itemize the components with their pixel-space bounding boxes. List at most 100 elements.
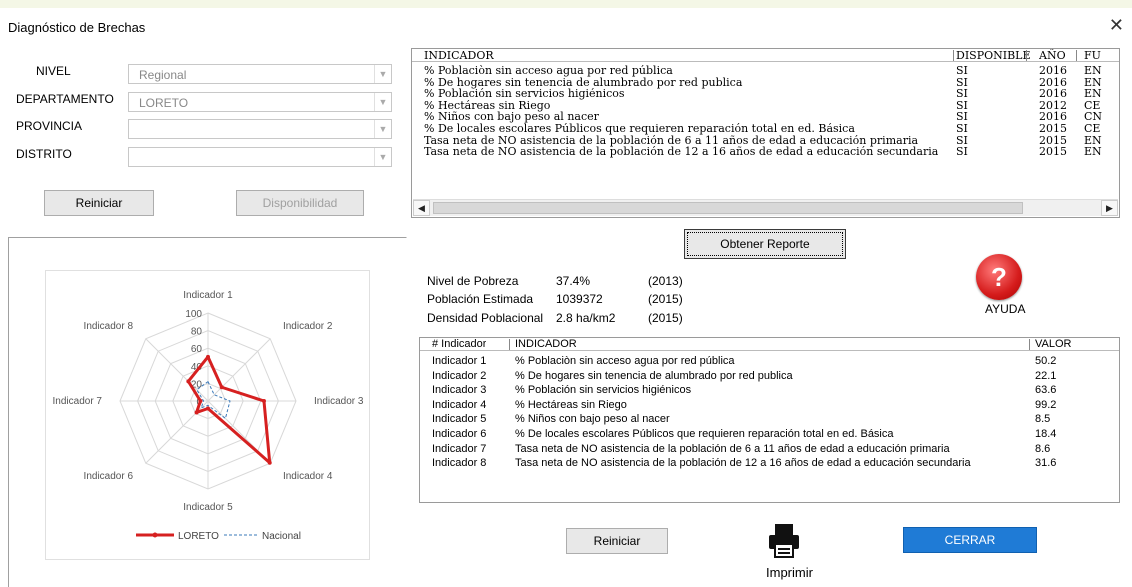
chart-frame: 020406080100Indicador 1Indicador 2Indica…	[8, 237, 407, 587]
table-row[interactable]: Tasa neta de NO asistencia de la poblaci…	[412, 135, 1117, 147]
category-label: Indicador 5	[183, 502, 233, 513]
table-row[interactable]: % Hectáreas sin Riego SI 2012 CE	[412, 100, 1117, 112]
cell-fu: EN	[1084, 88, 1102, 101]
cell-indicador: % De hogares sin tenencia de alumbrado p…	[515, 369, 793, 382]
cell-anio: 2016	[1039, 65, 1067, 77]
nivel-label: NIVEL	[36, 64, 71, 78]
category-label: Indicador 1	[183, 290, 233, 301]
departamento-select[interactable]: LORETO ▼	[128, 92, 392, 112]
col-disponible[interactable]: DISPONIBLE	[956, 49, 1031, 62]
densidad-value: 2.8 ha/km2	[556, 311, 616, 325]
cell-anio: 2015	[1039, 146, 1067, 159]
cell-indicador: % Hectáreas sin Riego	[515, 398, 627, 411]
cell-disponible: SI	[956, 65, 968, 77]
scroll-right-icon[interactable]: ▶	[1101, 200, 1118, 216]
cell-indicador: % Poblaciòn sin acceso agua por red públ…	[515, 355, 735, 367]
table-row[interactable]: % Población sin servicios higiénicos SI 20…	[412, 88, 1117, 100]
list-item[interactable]: Indicador 1 % Poblaciòn sin acceso agua p…	[420, 355, 1119, 367]
radar-chart: 020406080100Indicador 1Indicador 2Indica…	[53, 290, 364, 542]
list-item[interactable]: Indicador 2 % De hogares sin tenencia de …	[420, 370, 1119, 382]
results-header: # Indicador INDICADOR VALOR	[420, 338, 1119, 351]
col-valor[interactable]: VALOR	[1035, 338, 1071, 351]
poblacion-year: (2015)	[648, 292, 683, 306]
cell-valor: 8.5	[1035, 413, 1051, 426]
category-label: Indicador 4	[283, 471, 333, 482]
pobreza-value: 37.4%	[556, 274, 591, 288]
list-item[interactable]: Indicador 5 % Niños con bajo peso al nace…	[420, 413, 1119, 425]
category-label: Indicador 3	[314, 396, 364, 407]
nivel-select[interactable]: Regional ▼	[128, 64, 392, 84]
disponibilidad-button[interactable]: Disponibilidad	[236, 190, 364, 216]
legend-marker-loreto	[152, 532, 158, 538]
cell-valor: 99.2	[1035, 398, 1057, 411]
list-item[interactable]: Indicador 3 % Población sin servicios hig…	[420, 384, 1119, 396]
list-item[interactable]: Indicador 4 % Hectáreas sin Riego 99.2	[420, 399, 1119, 411]
col-indicador[interactable]: INDICADOR	[424, 49, 494, 62]
col-indicador-2[interactable]: INDICADOR	[515, 338, 577, 351]
data-point	[219, 385, 224, 390]
reiniciar-bottom-button[interactable]: Reiniciar	[566, 528, 668, 554]
table-row[interactable]: % Poblaciòn sin acceso agua por red públ…	[412, 65, 1117, 77]
cell-indicador: % Niños con bajo peso al nacer	[515, 413, 670, 426]
departamento-label: DEPARTAMENTO	[16, 92, 114, 106]
col-anio[interactable]: AÑO	[1039, 49, 1066, 62]
provincia-select[interactable]: ▼	[128, 119, 392, 139]
list-item[interactable]: Indicador 6 % De locales escolares Públic…	[420, 428, 1119, 440]
ayuda-label[interactable]: AYUDA	[985, 302, 1025, 316]
table-row[interactable]: % De locales escolares Públicos que requ…	[412, 123, 1117, 135]
cell-valor: 18.4	[1035, 428, 1057, 440]
cell-anio: 2015	[1039, 134, 1067, 147]
category-label: Indicador 6	[84, 471, 134, 482]
table-row[interactable]: Tasa neta de NO asistencia de la poblaci…	[412, 146, 1117, 158]
cell-indicador: % De locales escolares Públicos que requ…	[515, 428, 894, 440]
imprimir-label[interactable]: Imprimir	[766, 565, 813, 580]
scroll-thumb[interactable]	[433, 202, 1023, 214]
horizontal-scrollbar[interactable]: ◀ ▶	[413, 199, 1118, 216]
cell-disponible: SI	[956, 134, 968, 147]
data-point	[194, 410, 199, 415]
tick-label: 100	[185, 309, 202, 320]
printer-icon[interactable]	[766, 522, 802, 560]
cell-disponible: SI	[956, 99, 968, 112]
scroll-left-icon[interactable]: ◀	[413, 200, 430, 216]
cell-indicador: % Poblaciòn sin acceso agua por red públ…	[424, 65, 673, 77]
category-label: Indicador 2	[283, 321, 333, 332]
chevron-down-icon[interactable]: ▼	[374, 93, 391, 111]
densidad-label: Densidad Poblacional	[427, 311, 544, 325]
cell-indicador: % De locales escolares Públicos que requ…	[424, 123, 855, 135]
reiniciar-top-button[interactable]: Reiniciar	[44, 190, 154, 216]
chevron-down-icon[interactable]: ▼	[374, 65, 391, 83]
data-point	[267, 460, 272, 465]
table-row[interactable]: % De hogares sin tenencia de alumbrado p…	[412, 77, 1117, 89]
results-table[interactable]: # Indicador INDICADOR VALOR Indicador 1%…	[419, 337, 1120, 503]
cell-indicador: Tasa neta de NO asistencia de la poblaci…	[424, 134, 919, 147]
cell-num: Indicador 8	[432, 457, 487, 470]
densidad-year: (2015)	[648, 311, 683, 325]
radar-chart-area: 020406080100Indicador 1Indicador 2Indica…	[45, 270, 370, 560]
cerrar-button[interactable]: CERRAR	[903, 527, 1037, 553]
title-bar: Diagnóstico de Brechas ✕	[0, 8, 1132, 46]
cell-fu: EN	[1084, 76, 1102, 89]
col-num-indicador[interactable]: # Indicador	[432, 338, 486, 351]
availability-table[interactable]: INDICADOR DISPONIBLE AÑO FU % Poblaciòn …	[411, 48, 1120, 218]
table-row[interactable]: % Niños con bajo peso al nacer SI 2016 CN	[412, 111, 1117, 123]
cell-num: Indicador 5	[432, 413, 487, 426]
cell-indicador: % Hectáreas sin Riego	[424, 99, 551, 112]
cell-fu: CE	[1084, 99, 1101, 112]
pobreza-label: Nivel de Pobreza	[427, 274, 519, 288]
cell-indicador: Tasa neta de NO asistencia de la poblaci…	[424, 146, 939, 159]
cell-indicador: % Población sin servicios higiénicos	[424, 88, 625, 101]
chevron-down-icon[interactable]: ▼	[374, 148, 391, 166]
cell-disponible: SI	[956, 146, 968, 159]
list-item[interactable]: Indicador 7 Tasa neta de NO asistencia de…	[420, 443, 1119, 455]
chevron-down-icon[interactable]: ▼	[374, 120, 391, 138]
close-icon[interactable]: ✕	[1109, 15, 1124, 36]
cell-fu: EN	[1084, 65, 1102, 77]
list-item[interactable]: Indicador 8 Tasa neta de NO asistencia de…	[420, 457, 1119, 469]
distrito-select[interactable]: ▼	[128, 147, 392, 167]
cell-fu: CE	[1084, 123, 1101, 135]
col-fu[interactable]: FU	[1084, 49, 1110, 62]
question-circle-icon[interactable]: ?	[976, 254, 1022, 300]
cell-indicador: Tasa neta de NO asistencia de la poblaci…	[515, 442, 950, 455]
obtener-reporte-button[interactable]: Obtener Reporte	[684, 229, 846, 259]
